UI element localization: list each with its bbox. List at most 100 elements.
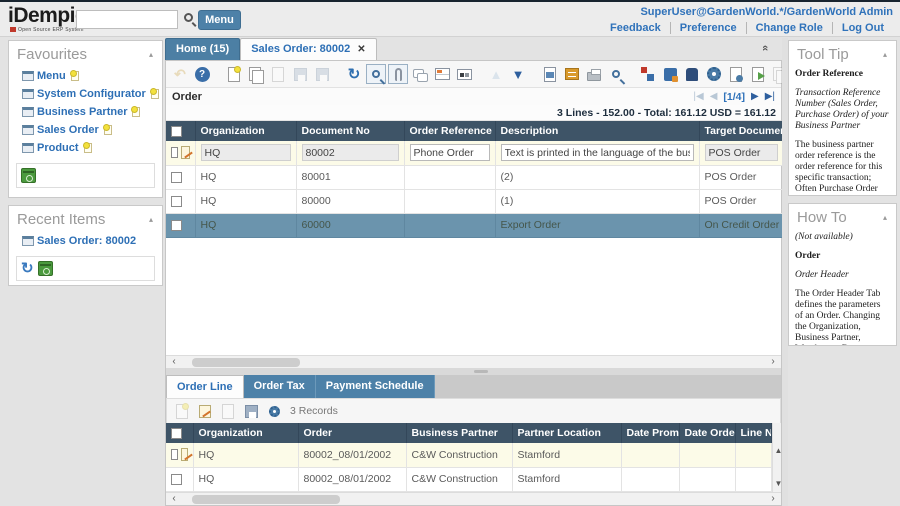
- parent-record-icon[interactable]: ▲: [486, 64, 506, 84]
- tab-home[interactable]: Home (15): [165, 38, 240, 60]
- trash-bin-icon[interactable]: [21, 168, 36, 183]
- table-row-selected[interactable]: HQ 60000 Export Order On Credit Order: [166, 213, 783, 237]
- new-record-icon[interactable]: [151, 89, 159, 99]
- refresh-recent-icon[interactable]: ↻: [21, 261, 34, 276]
- print-icon[interactable]: [584, 64, 604, 84]
- col-description[interactable]: Description: [495, 121, 699, 141]
- print-preview-icon[interactable]: [606, 64, 626, 84]
- detail-record-icon[interactable]: ▼: [508, 64, 528, 84]
- col-date-promised[interactable]: Date Promised: [621, 423, 679, 443]
- save-create-icon[interactable]: [312, 64, 332, 84]
- change-role-link[interactable]: Change Role: [746, 22, 832, 34]
- favourite-item-sales-order[interactable]: Sales Order: [9, 121, 162, 139]
- detail-splitter[interactable]: [166, 368, 781, 375]
- table-row-current[interactable]: HQ 80002_08/01/2002 C&W Construction Sta…: [166, 443, 771, 467]
- table-row[interactable]: HQ 80002_08/01/2002 C&W Construction Sta…: [166, 467, 771, 491]
- file-import-icon[interactable]: [748, 64, 768, 84]
- preference-link[interactable]: Preference: [670, 22, 746, 34]
- delete-record-icon[interactable]: [268, 64, 288, 84]
- favourite-item-system-configurator[interactable]: System Configurator: [9, 85, 162, 103]
- scroll-left-icon[interactable]: ‹: [168, 356, 180, 368]
- tab-order-line[interactable]: Order Line: [166, 375, 244, 398]
- new-record-icon[interactable]: [172, 401, 192, 421]
- col-partner-location[interactable]: Partner Location: [512, 423, 621, 443]
- table-row-current[interactable]: [166, 141, 783, 165]
- document-no-field[interactable]: [302, 144, 399, 161]
- first-record-icon[interactable]: |◀: [693, 91, 703, 102]
- next-record-icon[interactable]: ▶: [751, 91, 759, 102]
- trash-bin-icon[interactable]: [38, 261, 53, 276]
- last-record-icon[interactable]: ▶|: [765, 91, 775, 102]
- hscroll-thumb[interactable]: [192, 358, 300, 367]
- row-checkbox[interactable]: [171, 196, 182, 207]
- collapse-tooltip-icon[interactable]: ▴: [883, 50, 887, 59]
- row-checkbox[interactable]: [171, 147, 178, 158]
- favourite-item-business-partner[interactable]: Business Partner: [9, 103, 162, 121]
- requests-icon[interactable]: [682, 64, 702, 84]
- new-record-icon[interactable]: [224, 64, 244, 84]
- close-tab-icon[interactable]: ✕: [357, 44, 365, 55]
- row-checkbox[interactable]: [171, 474, 182, 485]
- order-line-hscrollbar[interactable]: ‹ ›: [166, 492, 781, 505]
- quick-form-icon[interactable]: [454, 64, 474, 84]
- workflow-icon[interactable]: [638, 64, 658, 84]
- refresh-icon[interactable]: ↻: [344, 64, 364, 84]
- find-icon[interactable]: [366, 64, 386, 84]
- hscroll-thumb[interactable]: [192, 495, 340, 504]
- save-icon[interactable]: [290, 64, 310, 84]
- row-checkbox[interactable]: [171, 449, 178, 460]
- scroll-right-icon[interactable]: ›: [767, 356, 779, 368]
- menu-button[interactable]: Menu: [198, 10, 241, 30]
- search-icon[interactable]: [184, 13, 193, 22]
- grid-toggle-icon[interactable]: [432, 64, 452, 84]
- table-row[interactable]: HQ 80000 (1) POS Order: [166, 189, 783, 213]
- zoom-across-icon[interactable]: [660, 64, 680, 84]
- edit-record-icon[interactable]: [195, 401, 215, 421]
- order-line-vscrollbar[interactable]: ▲ ▼: [772, 423, 782, 492]
- new-record-icon[interactable]: [84, 143, 92, 153]
- select-all-checkbox[interactable]: [171, 126, 182, 137]
- tab-order-tax[interactable]: Order Tax: [244, 375, 316, 398]
- collapse-north-icon[interactable]: «: [759, 45, 771, 51]
- col-organization[interactable]: Organization: [193, 423, 298, 443]
- export-icon[interactable]: [726, 64, 746, 84]
- table-row[interactable]: HQ 80001 (2) POS Order: [166, 165, 783, 189]
- delete-record-icon[interactable]: [218, 401, 238, 421]
- attachment-icon[interactable]: [388, 64, 408, 84]
- collapse-howto-icon[interactable]: ▴: [883, 213, 887, 222]
- new-record-icon[interactable]: [104, 125, 112, 135]
- scroll-left-icon[interactable]: ‹: [168, 493, 180, 505]
- col-document-no[interactable]: Document No: [296, 121, 404, 141]
- feedback-link[interactable]: Feedback: [601, 22, 670, 34]
- row-checkbox[interactable]: [171, 220, 182, 231]
- new-record-icon[interactable]: [71, 71, 79, 81]
- order-grid-hscrollbar[interactable]: ‹ ›: [166, 355, 781, 368]
- col-date-ordered[interactable]: Date Ordered: [679, 423, 735, 443]
- tab-payment-schedule[interactable]: Payment Schedule: [316, 375, 435, 398]
- new-record-icon[interactable]: [132, 107, 140, 117]
- recent-item-sales-order-80002[interactable]: Sales Order: 80002: [9, 232, 162, 250]
- tab-sales-order[interactable]: Sales Order: 80002✕: [240, 38, 376, 60]
- favourite-item-product[interactable]: Product: [9, 139, 162, 157]
- favourite-item-menu[interactable]: Menu: [9, 67, 162, 85]
- process-icon[interactable]: [264, 401, 284, 421]
- col-target-document-type[interactable]: Target Document Type: [699, 121, 783, 141]
- col-order[interactable]: Order: [298, 423, 406, 443]
- undo-icon[interactable]: ↶: [170, 64, 190, 84]
- log-out-link[interactable]: Log Out: [832, 22, 893, 34]
- save-icon[interactable]: [241, 401, 261, 421]
- collapse-favourites-icon[interactable]: ▴: [149, 50, 153, 59]
- description-field[interactable]: [501, 144, 694, 161]
- col-business-partner[interactable]: Business Partner: [406, 423, 512, 443]
- organization-field[interactable]: [201, 144, 291, 161]
- collapse-recent-icon[interactable]: ▴: [149, 215, 153, 224]
- global-search-input[interactable]: [76, 10, 178, 29]
- process-icon[interactable]: [704, 64, 724, 84]
- archive-icon[interactable]: [562, 64, 582, 84]
- select-all-checkbox[interactable]: [171, 428, 182, 439]
- scroll-right-icon[interactable]: ›: [767, 493, 779, 505]
- row-checkbox[interactable]: [171, 172, 182, 183]
- col-organization[interactable]: Organization: [195, 121, 296, 141]
- col-order-reference[interactable]: Order Reference: [404, 121, 495, 141]
- previous-record-icon[interactable]: ◀: [710, 91, 718, 102]
